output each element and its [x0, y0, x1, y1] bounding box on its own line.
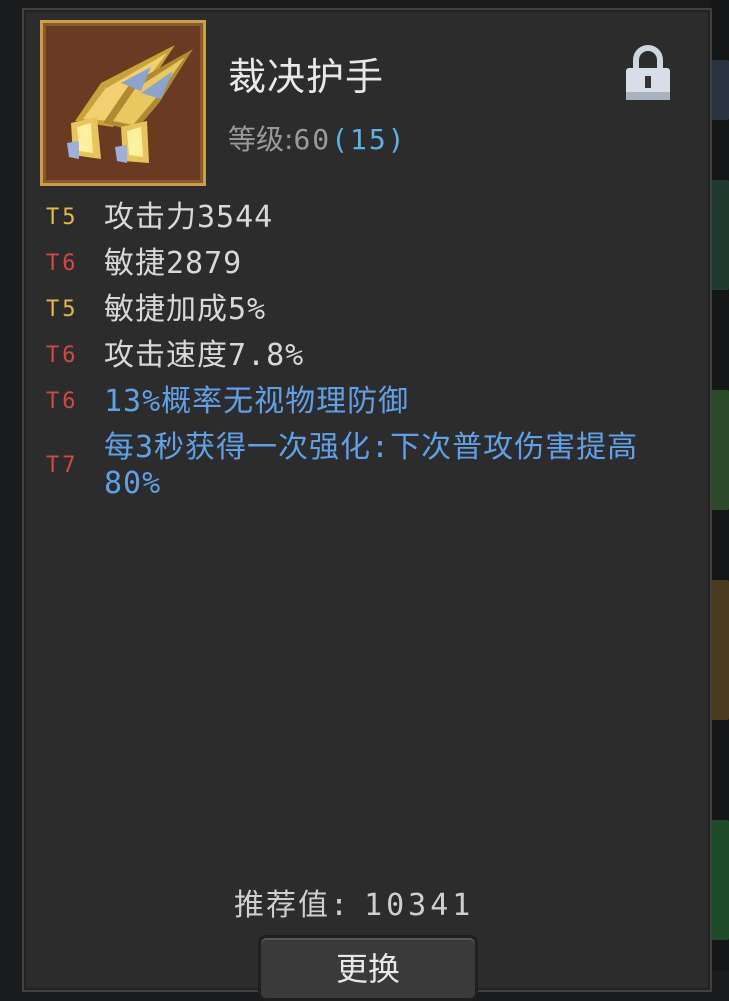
attribute-row: T5 敏捷加成5% — [46, 292, 686, 328]
background-tile — [710, 580, 729, 720]
attribute-text: 敏捷2879 — [104, 246, 243, 281]
level-value: 60 — [293, 123, 332, 156]
tier-badge: T5 — [46, 297, 79, 322]
tier-badge: T6 — [46, 251, 79, 276]
recommend-score: 推荐值: 10341 — [234, 880, 474, 924]
attribute-row: T7 每3秒获得一次强化:下次普攻伤害提高80% — [46, 430, 686, 502]
gauntlets-icon — [67, 45, 193, 163]
item-level: 等级:60(15) — [228, 118, 407, 158]
replace-button[interactable]: 更换 — [258, 935, 478, 1001]
attribute-row: T5 攻击力3544 — [46, 200, 686, 236]
recommend-value: 10341 — [364, 888, 475, 923]
lock-icon[interactable] — [624, 44, 672, 102]
background-tile — [710, 180, 729, 290]
background-tile — [710, 390, 729, 510]
attribute-text: 攻击力3544 — [104, 200, 274, 235]
level-extra: (15) — [331, 123, 407, 156]
item-icon-frame — [40, 20, 206, 186]
attribute-text: 13%概率无视物理防御 — [104, 384, 410, 419]
attribute-row: T6 攻击速度7.8% — [46, 338, 686, 374]
tier-badge: T6 — [46, 389, 79, 414]
level-label: 等级: — [228, 123, 294, 156]
tier-badge: T6 — [46, 343, 79, 368]
attribute-list: T5 攻击力3544 T6 敏捷2879 T5 敏捷加成5% T6 攻击速度7.… — [46, 200, 686, 512]
attribute-row: T6 敏捷2879 — [46, 246, 686, 282]
background-tile — [710, 60, 729, 120]
recommend-label: 推荐值: — [234, 888, 351, 923]
attribute-text: 每3秒获得一次强化:下次普攻伤害提高80% — [104, 430, 639, 501]
attribute-text: 敏捷加成5% — [104, 292, 267, 327]
tier-badge: T7 — [46, 453, 79, 478]
background-tile — [710, 820, 729, 940]
attribute-row: T6 13%概率无视物理防御 — [46, 384, 686, 420]
tier-badge: T5 — [46, 205, 79, 230]
item-name: 裁决护手 — [228, 55, 385, 99]
attribute-text: 攻击速度7.8% — [104, 338, 305, 373]
